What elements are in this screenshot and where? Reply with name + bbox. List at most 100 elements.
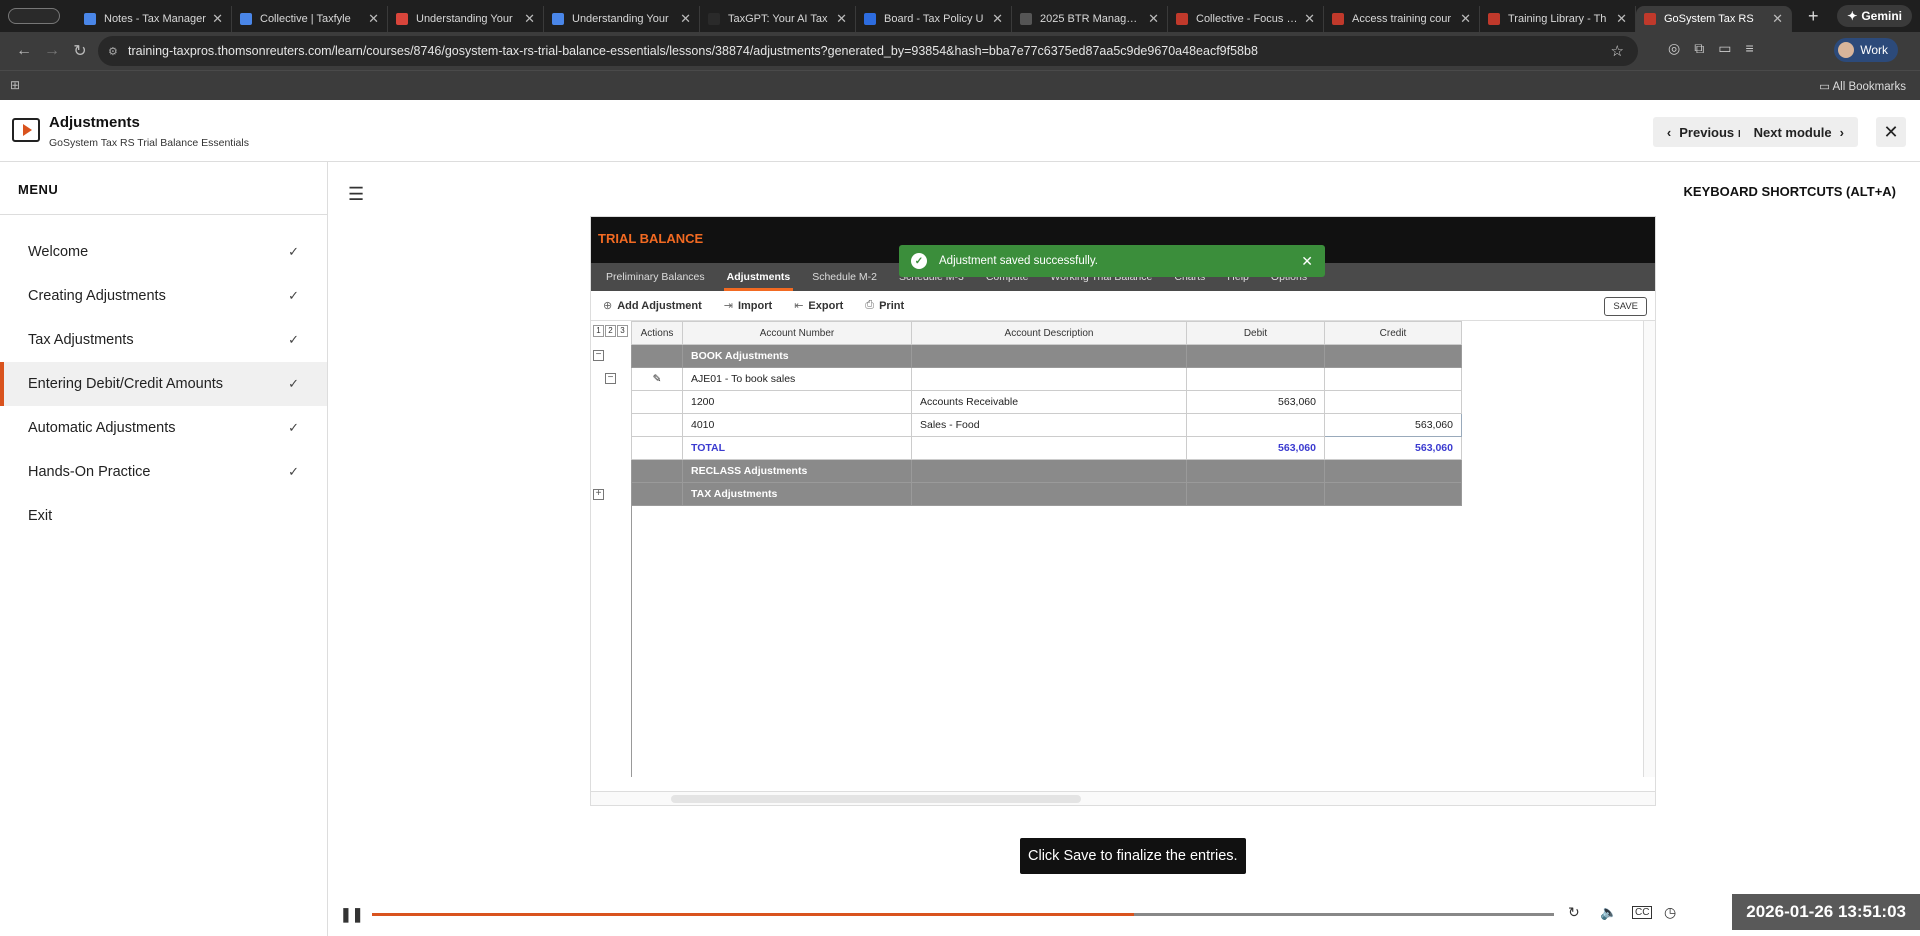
menu-item[interactable]: Automatic Adjustments ✓: [0, 406, 327, 450]
profile-button[interactable]: Work: [1834, 38, 1898, 62]
account-description-cell[interactable]: Sales - Food: [911, 413, 1187, 437]
replay-icon[interactable]: ↻: [1568, 904, 1580, 921]
menu-item[interactable]: Welcome ✓: [0, 230, 327, 274]
level-3-button[interactable]: 3: [617, 325, 628, 337]
browser-tab[interactable]: TaxGPT: Your AI Tax ✕: [700, 6, 856, 32]
column-header[interactable]: Account Number: [682, 321, 912, 345]
toolbar-extensions: ◎ ⧉ ▭ ≡: [1668, 40, 1754, 57]
browser-tab[interactable]: Collective | Taxfyle ✕: [232, 6, 388, 32]
all-bookmarks-label: All Bookmarks: [1832, 81, 1907, 93]
speed-icon[interactable]: ◷: [1664, 904, 1676, 921]
credit-cell[interactable]: 563,060: [1324, 413, 1462, 437]
add-adjustment-button[interactable]: ⊕ Add Adjustment: [603, 299, 702, 313]
close-tab-icon[interactable]: ✕: [524, 11, 535, 27]
bookmark-star-icon[interactable]: ☆: [1611, 42, 1624, 60]
site-info-icon[interactable]: ⚙: [108, 45, 118, 58]
browser-toolbar: ← → ↻ ⚙ training-taxpros.thomsonreuters.…: [0, 32, 1920, 70]
close-tab-icon[interactable]: ✕: [1148, 11, 1159, 27]
next-module-button[interactable]: Next module ›: [1739, 117, 1858, 147]
app-tab[interactable]: Schedule M-2: [801, 263, 888, 291]
browser-tab[interactable]: Access training cour ✕: [1324, 6, 1480, 32]
app-tab[interactable]: Adjustments: [716, 263, 802, 291]
tax-adjustments-group-row[interactable]: TAX Adjustments: [631, 482, 1462, 506]
cell: [911, 459, 1187, 483]
debit-cell[interactable]: [1186, 413, 1325, 437]
aje-header-row[interactable]: ✎ AJE01 - To book sales: [631, 367, 1462, 391]
column-header[interactable]: Debit: [1186, 321, 1325, 345]
menu-item[interactable]: Exit: [0, 494, 327, 538]
browser-tab[interactable]: Understanding Your ✕: [544, 6, 700, 32]
address-bar[interactable]: ⚙ training-taxpros.thomsonreuters.com/le…: [98, 36, 1638, 66]
save-button[interactable]: SAVE: [1604, 297, 1647, 316]
close-tab-icon[interactable]: ✕: [1304, 11, 1315, 27]
close-icon[interactable]: ✕: [1876, 117, 1906, 147]
close-tab-icon[interactable]: ✕: [992, 11, 1003, 27]
gemini-button[interactable]: ✦ Gemini: [1837, 5, 1912, 27]
close-toast-icon[interactable]: ✕: [1301, 253, 1313, 270]
reclass-adjustments-group-row[interactable]: RECLASS Adjustments: [631, 459, 1462, 483]
menu-item[interactable]: Creating Adjustments ✓: [0, 274, 327, 318]
pause-icon[interactable]: ❚❚: [340, 906, 363, 923]
column-header[interactable]: Credit: [1324, 321, 1462, 345]
captions-icon[interactable]: CC: [1632, 906, 1653, 919]
menu-item[interactable]: Tax Adjustments ✓: [0, 318, 327, 362]
reload-icon[interactable]: ↻: [66, 41, 94, 61]
apps-grid-icon[interactable]: ⊞: [10, 78, 20, 92]
horizontal-scrollbar[interactable]: [591, 791, 1655, 805]
account-number-cell[interactable]: 1200: [682, 390, 912, 414]
edit-pencil-icon[interactable]: ✎: [631, 367, 683, 391]
account-number-cell[interactable]: 4010: [682, 413, 912, 437]
all-bookmarks-button[interactable]: ▭ All Bookmarks: [1819, 79, 1906, 93]
extension-icon[interactable]: ◎: [1668, 40, 1680, 57]
close-tab-icon[interactable]: ✕: [212, 11, 223, 27]
tab-search-button[interactable]: [8, 8, 60, 24]
book-adjustments-group-row[interactable]: BOOK Adjustments: [631, 344, 1462, 368]
close-tab-icon[interactable]: ✕: [836, 11, 847, 27]
vertical-scrollbar[interactable]: [1643, 321, 1655, 777]
import-button[interactable]: ⇥ Import: [723, 299, 772, 313]
checkmark-icon: ✓: [288, 420, 299, 435]
cast-icon[interactable]: ▭: [1718, 40, 1731, 57]
progress-bar[interactable]: [372, 913, 1554, 916]
print-button[interactable]: ⎙ Print: [865, 299, 904, 312]
browser-tab[interactable]: Collective - Focus on ✕: [1168, 6, 1324, 32]
close-tab-icon[interactable]: ✕: [368, 11, 379, 27]
menu-item[interactable]: Hands-On Practice ✓: [0, 450, 327, 494]
media-icon[interactable]: ≡: [1745, 40, 1753, 57]
collapse-aje-toggle[interactable]: −: [605, 373, 616, 384]
close-tab-icon[interactable]: ✕: [680, 11, 691, 27]
browser-tab[interactable]: Understanding Your ✕: [388, 6, 544, 32]
collapse-book-toggle[interactable]: −: [593, 350, 604, 361]
tab-title: Collective | Taxfyle: [260, 13, 351, 25]
close-tab-icon[interactable]: ✕: [1616, 11, 1627, 27]
account-description-cell[interactable]: Accounts Receivable: [911, 390, 1187, 414]
expand-tax-toggle[interactable]: +: [593, 489, 604, 500]
keyboard-shortcuts-link[interactable]: KEYBOARD SHORTCUTS (ALT+A): [1684, 184, 1896, 199]
column-header[interactable]: Account Description: [911, 321, 1187, 345]
browser-tab[interactable]: Training Library - Th ✕: [1480, 6, 1636, 32]
table-row[interactable]: 4010 Sales - Food 563,060: [631, 413, 1462, 437]
export-button[interactable]: ⇤ Export: [794, 299, 843, 313]
debit-cell[interactable]: 563,060: [1186, 390, 1325, 414]
import-icon: ⇥: [723, 300, 733, 312]
app-tab[interactable]: Preliminary Balances: [595, 263, 716, 291]
puzzle-icon[interactable]: ⧉: [1694, 40, 1704, 57]
browser-tab[interactable]: 2025 BTR Manageme ✕: [1012, 6, 1168, 32]
level-2-button[interactable]: 2: [605, 325, 616, 337]
new-tab-button[interactable]: +: [1808, 6, 1819, 27]
scrollbar-thumb[interactable]: [671, 795, 1081, 803]
back-icon[interactable]: ←: [10, 42, 38, 60]
browser-tab[interactable]: GoSystem Tax RS ✕: [1636, 6, 1792, 32]
hamburger-menu-icon[interactable]: ☰: [348, 184, 364, 205]
table-row[interactable]: 1200 Accounts Receivable 563,060: [631, 390, 1462, 414]
menu-item[interactable]: Entering Debit/Credit Amounts ✓: [0, 362, 327, 406]
close-tab-icon[interactable]: ✕: [1772, 11, 1783, 27]
browser-tab[interactable]: Notes - Tax Manager ✕: [76, 6, 232, 32]
volume-icon[interactable]: 🔈: [1600, 904, 1617, 921]
forward-icon[interactable]: →: [38, 42, 66, 60]
credit-cell[interactable]: [1324, 390, 1462, 414]
level-1-button[interactable]: 1: [593, 325, 604, 337]
browser-tab[interactable]: Board - Tax Policy U ✕: [856, 6, 1012, 32]
video-lesson-icon: [12, 118, 40, 142]
close-tab-icon[interactable]: ✕: [1460, 11, 1471, 27]
